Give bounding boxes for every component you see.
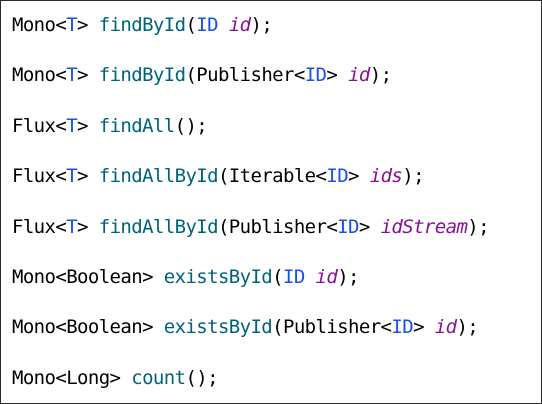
code-token-plain: ); — [369, 64, 392, 87]
code-token-method: findAllById — [98, 165, 219, 188]
code-token-plain: ); — [250, 14, 273, 36]
code-token-plain: > — [77, 114, 99, 137]
code-token-type: ID — [337, 215, 359, 238]
code-token-type: T — [66, 14, 78, 36]
code-line[interactable]: Flux<T> findAll(); — [12, 111, 208, 141]
code-token-plain: ( — [272, 266, 283, 288]
code-token-plain: Mono<Boolean> — [12, 316, 164, 339]
code-token-plain: > — [77, 14, 99, 36]
code-token-method: existsById — [163, 316, 273, 339]
code-line[interactable]: Flux<T> findAllById(Publisher<ID> idStre… — [12, 212, 490, 242]
code-token-plain: (Iterable< — [217, 165, 327, 188]
code-token-plain: (Publisher< — [272, 316, 392, 339]
code-token-plain: ); — [456, 316, 479, 339]
code-line[interactable]: Mono<Long> count(); — [12, 363, 219, 393]
code-token-plain: Mono< — [12, 14, 67, 36]
code-token-plain: ); — [467, 215, 489, 238]
code-token-plain: Flux< — [12, 114, 67, 137]
code-token-plain: Mono<Boolean> — [12, 266, 164, 288]
code-token-param: id — [434, 316, 457, 339]
code-token-type: ID — [282, 266, 305, 288]
code-token-plain: ( — [185, 14, 197, 36]
code-token-plain: ); — [402, 165, 424, 188]
code-token-plain: > — [77, 215, 99, 238]
code-token-plain: Flux< — [12, 165, 67, 188]
code-token-method: existsById — [163, 266, 273, 288]
code-token-plain: > — [326, 64, 349, 87]
code-token-plain: Flux< — [12, 215, 67, 238]
code-token-plain: ); — [337, 266, 359, 288]
code-token-method: findAllById — [98, 215, 219, 238]
code-token-plain: (); — [185, 366, 218, 389]
code-token-plain: > — [413, 316, 435, 339]
code-token-param: id — [348, 64, 370, 87]
code-token-plain: > — [358, 215, 381, 238]
code-line[interactable]: Mono<Boolean> existsById(Publisher<ID> i… — [12, 312, 479, 342]
code-token-type: T — [66, 215, 78, 238]
code-token-type: ID — [304, 64, 327, 87]
code-token-type: T — [66, 64, 78, 87]
code-token-method: count — [131, 366, 186, 389]
code-token-plain: Mono< — [12, 64, 67, 87]
code-token-plain: > — [77, 165, 99, 188]
code-line[interactable]: Mono<Boolean> existsById(ID id); — [12, 262, 359, 292]
code-editor[interactable]: Mono<T> findById(ID id); Mono<T> findById… — [0, 0, 542, 404]
code-token-type: ID — [391, 316, 414, 339]
code-token-type: ID — [326, 165, 349, 188]
code-token-plain: > — [348, 165, 370, 188]
code-token-param: id — [228, 14, 251, 36]
code-token-method: findById — [98, 14, 186, 36]
code-token-plain: Mono<Long> — [12, 366, 132, 389]
code-token-method: findAll — [98, 114, 175, 137]
code-token-param: id — [315, 266, 338, 288]
code-token-param: idStream — [380, 215, 468, 238]
code-token-plain: (Publisher< — [185, 64, 305, 87]
code-token-type: T — [66, 114, 78, 137]
code-token-plain: (Publisher< — [217, 215, 338, 238]
code-line[interactable]: Mono<T> findById(ID id); — [12, 10, 273, 40]
code-line[interactable]: Flux<T> findAllById(Iterable<ID> ids); — [12, 161, 425, 191]
code-token-type: ID — [196, 14, 218, 36]
code-token-param: ids — [369, 165, 403, 188]
code-line[interactable]: Mono<T> findById(Publisher<ID> id); — [12, 60, 392, 90]
code-token-method: findById — [98, 64, 186, 87]
code-token-plain: > — [77, 64, 99, 87]
code-token-plain: (); — [174, 114, 208, 137]
code-token-type: T — [66, 165, 78, 188]
